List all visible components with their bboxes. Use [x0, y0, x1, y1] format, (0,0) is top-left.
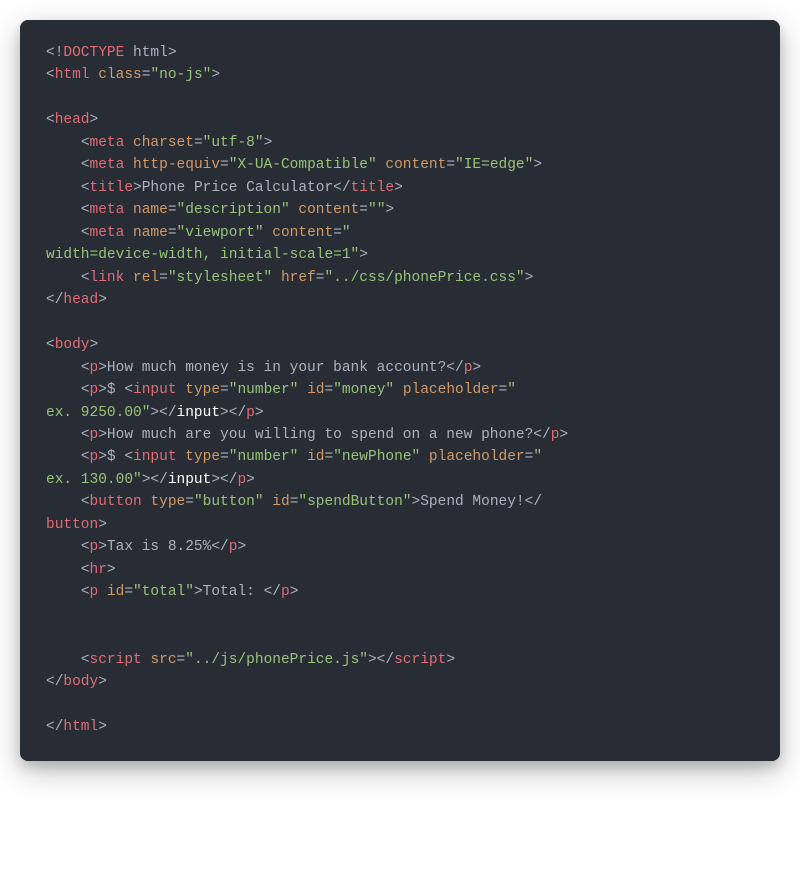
- line-14: <p>How much money is in your bank accoun…: [46, 360, 481, 376]
- line-24: </body>: [46, 674, 107, 690]
- code-content: <!DOCTYPE html> <html class="no-js"> <he…: [46, 42, 754, 739]
- line-11: </head>: [46, 292, 107, 308]
- line-17: <p>$ <input type="number" id="newPhone" …: [46, 449, 542, 487]
- line-20: <hr>: [46, 562, 116, 578]
- line-26: </html>: [46, 719, 107, 735]
- line-16: <p>How much are you willing to spend on …: [46, 427, 568, 443]
- line-19: <p>Tax is 8.25%</p>: [46, 539, 246, 555]
- line-8: <meta name="description" content="">: [46, 202, 394, 218]
- line-21: <p id="total">Total: </p>: [46, 584, 298, 600]
- line-1: <!DOCTYPE html>: [46, 45, 177, 61]
- line-13: <body>: [46, 337, 98, 353]
- line-18: <button type="button" id="spendButton">S…: [46, 494, 542, 532]
- line-7: <title>Phone Price Calculator</title>: [46, 180, 403, 196]
- line-5: <meta charset="utf-8">: [46, 135, 272, 151]
- line-2: <html class="no-js">: [46, 67, 220, 83]
- line-15: <p>$ <input type="number" id="money" pla…: [46, 382, 516, 420]
- line-4: <head>: [46, 112, 98, 128]
- code-block: <!DOCTYPE html> <html class="no-js"> <he…: [20, 20, 780, 761]
- line-10: <link rel="stylesheet" href="../css/phon…: [46, 270, 533, 286]
- line-9: <meta name="viewport" content=" width=de…: [46, 225, 368, 263]
- line-23: <script src="../js/phonePrice.js"></scri…: [46, 652, 455, 668]
- line-6: <meta http-equiv="X-UA-Compatible" conte…: [46, 157, 542, 173]
